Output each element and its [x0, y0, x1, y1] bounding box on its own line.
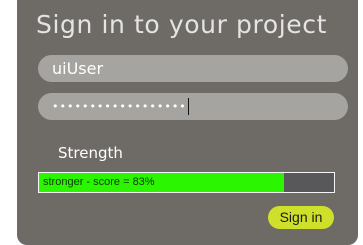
text-caret	[187, 97, 189, 115]
password-value: ••••••••••••••••••	[52, 100, 187, 113]
strength-meter: stronger - score = 83%	[38, 172, 335, 193]
username-value: uiUser	[52, 59, 104, 78]
strength-label: Strength	[58, 144, 123, 162]
strength-meter-text: stronger - score = 83%	[43, 176, 155, 188]
sign-in-button[interactable]: Sign in	[268, 206, 334, 229]
page-title: Sign in to your project	[36, 10, 327, 39]
username-field[interactable]: uiUser	[38, 55, 348, 82]
password-field[interactable]: ••••••••••••••••••	[38, 93, 348, 120]
